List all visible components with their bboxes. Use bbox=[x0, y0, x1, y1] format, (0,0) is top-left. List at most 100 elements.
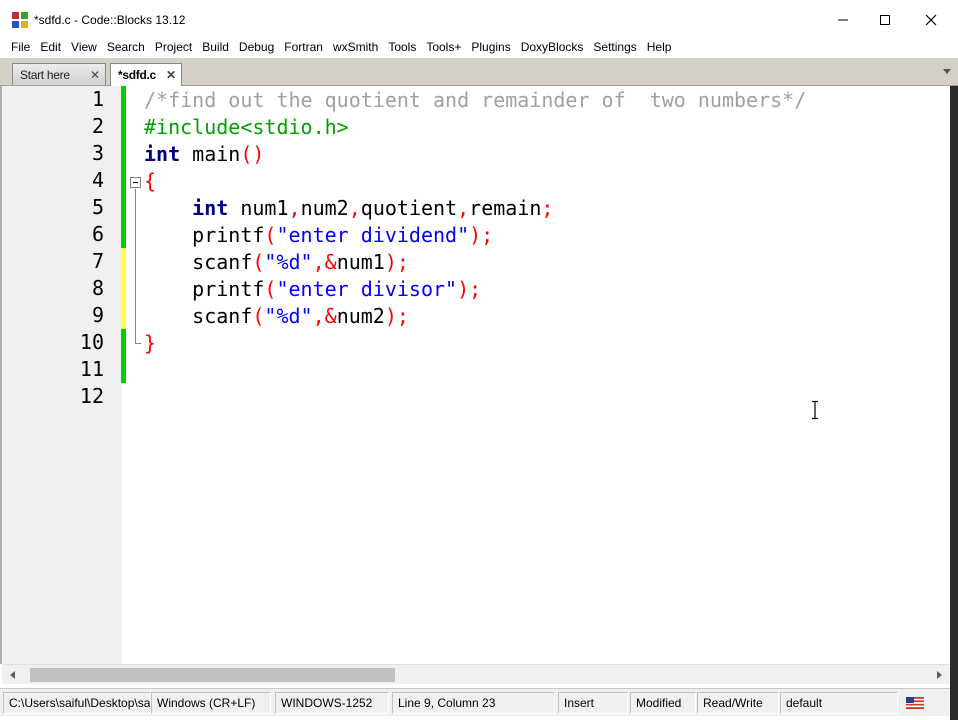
line-number: 2 bbox=[91, 114, 104, 138]
scroll-left-icon[interactable] bbox=[8, 669, 18, 681]
code-line[interactable]: } bbox=[144, 330, 156, 357]
line-number: 4 bbox=[91, 168, 104, 192]
status-cursor-position: Line 9, Column 23 bbox=[392, 692, 555, 714]
code-token: , bbox=[457, 196, 470, 220]
code-token: quotient bbox=[360, 196, 458, 220]
menu-help[interactable]: Help bbox=[642, 37, 677, 57]
status-insert-mode: Insert bbox=[558, 692, 628, 714]
code-token: /*find out the quotient and remainder of… bbox=[144, 88, 807, 112]
menu-tools[interactable]: Tools bbox=[383, 37, 421, 57]
code-token: () bbox=[240, 142, 265, 166]
tab-start-here[interactable]: Start here ✕ bbox=[12, 63, 106, 85]
code-token: , bbox=[288, 196, 301, 220]
menu-fortran[interactable]: Fortran bbox=[279, 37, 328, 57]
code-token: main bbox=[180, 142, 241, 166]
fold-margin bbox=[126, 86, 144, 664]
code-token: scanf bbox=[144, 250, 253, 274]
line-number-gutter: 1 2 3 4 5 6 7 8 9 10 11 12 bbox=[2, 86, 122, 664]
code-token: printf bbox=[144, 223, 265, 247]
menu-tools-plus[interactable]: Tools+ bbox=[421, 37, 466, 57]
scroll-right-icon[interactable] bbox=[934, 669, 944, 681]
code-line[interactable]: #include<stdio.h> bbox=[144, 114, 349, 141]
scrollbar-thumb[interactable] bbox=[30, 668, 395, 682]
code-token: printf bbox=[144, 277, 265, 301]
line-number: 6 bbox=[91, 222, 104, 246]
line-number: 7 bbox=[91, 249, 104, 273]
line-number: 9 bbox=[91, 303, 104, 327]
menu-plugins[interactable]: Plugins bbox=[466, 37, 515, 57]
code-token: } bbox=[144, 331, 157, 355]
status-line-ending: Windows (CR+LF) bbox=[151, 692, 271, 714]
code-line[interactable]: int num1,num2,quotient,remain; bbox=[144, 195, 553, 222]
minimize-icon bbox=[838, 19, 848, 21]
title-bar: *sdfd.c - Code::Blocks 13.12 bbox=[0, 0, 958, 36]
code-token: num2 bbox=[336, 304, 385, 328]
menu-wxsmith[interactable]: wxSmith bbox=[328, 37, 383, 57]
menu-search[interactable]: Search bbox=[102, 37, 150, 57]
close-tab-icon[interactable]: ✕ bbox=[90, 68, 100, 82]
code-token: ( bbox=[264, 277, 277, 301]
status-profile: default bbox=[780, 692, 898, 714]
code-token: ,& bbox=[312, 304, 337, 328]
tab-label: *sdfd.c bbox=[118, 68, 156, 82]
status-file-path: C:\Users\saiful\Desktop\sai bbox=[3, 692, 151, 714]
horizontal-scrollbar[interactable] bbox=[2, 664, 950, 684]
code-token: int bbox=[192, 196, 229, 220]
menu-file[interactable]: File bbox=[6, 37, 35, 57]
keyboard-language-flag-icon bbox=[906, 697, 924, 709]
status-bar: C:\Users\saiful\Desktop\sai Windows (CR+… bbox=[0, 688, 950, 716]
code-token: ; bbox=[541, 196, 554, 220]
status-access: Read/Write bbox=[697, 692, 779, 714]
code-line[interactable]: /*find out the quotient and remainder of… bbox=[144, 87, 806, 114]
menu-edit[interactable]: Edit bbox=[35, 37, 66, 57]
code-line[interactable]: { bbox=[144, 168, 156, 195]
code-line[interactable]: int main() bbox=[144, 141, 264, 168]
code-token: remain bbox=[469, 196, 542, 220]
menu-debug[interactable]: Debug bbox=[234, 37, 279, 57]
line-number: 1 bbox=[91, 87, 104, 111]
code-token: ( bbox=[252, 250, 265, 274]
code-token: num2 bbox=[300, 196, 349, 220]
status-modified: Modified bbox=[630, 692, 696, 714]
code-token: "enter dividend" bbox=[276, 223, 470, 247]
tab-sdfd-c[interactable]: *sdfd.c ✕ bbox=[110, 63, 182, 86]
code-token: #include<stdio.h> bbox=[144, 115, 349, 139]
menu-project[interactable]: Project bbox=[150, 37, 197, 57]
close-tab-icon[interactable]: ✕ bbox=[166, 68, 176, 82]
code-line[interactable]: printf("enter divisor"); bbox=[144, 276, 481, 303]
code-line[interactable]: printf("enter dividend"); bbox=[144, 222, 493, 249]
code-token: num1 bbox=[336, 250, 385, 274]
minimize-button[interactable] bbox=[820, 6, 866, 34]
menu-build[interactable]: Build bbox=[197, 37, 234, 57]
line-number: 11 bbox=[79, 357, 104, 381]
window-title: *sdfd.c - Code::Blocks 13.12 bbox=[34, 13, 186, 27]
menu-view[interactable]: View bbox=[66, 37, 102, 57]
code-token: "%d" bbox=[264, 250, 313, 274]
editor-tab-strip: Start here ✕ *sdfd.c ✕ bbox=[0, 58, 958, 86]
line-number: 5 bbox=[91, 195, 104, 219]
fold-collapse-icon[interactable] bbox=[130, 177, 141, 188]
close-icon bbox=[925, 14, 937, 26]
menu-doxyblocks[interactable]: DoxyBlocks bbox=[516, 37, 589, 57]
close-window-button[interactable] bbox=[908, 6, 954, 34]
code-token: ( bbox=[264, 223, 277, 247]
code-token: { bbox=[144, 169, 157, 193]
code-token: num1 bbox=[228, 196, 289, 220]
menu-settings[interactable]: Settings bbox=[588, 37, 641, 57]
text-cursor-icon bbox=[812, 400, 818, 420]
code-line[interactable]: scanf("%d",&num2); bbox=[144, 303, 409, 330]
code-token: "enter divisor" bbox=[276, 277, 458, 301]
fold-end-marker bbox=[135, 343, 141, 344]
code-editor[interactable]: 1 2 3 4 5 6 7 8 9 10 11 12 /*find out th… bbox=[0, 86, 950, 664]
maximize-button[interactable] bbox=[862, 6, 908, 34]
code-token: scanf bbox=[144, 304, 253, 328]
code-token: "%d" bbox=[264, 304, 313, 328]
tab-list-dropdown-icon[interactable] bbox=[940, 64, 954, 78]
status-encoding: WINDOWS-1252 bbox=[275, 692, 389, 714]
tab-label: Start here bbox=[20, 67, 70, 82]
code-token: ( bbox=[252, 304, 265, 328]
code-line[interactable]: scanf("%d",&num1); bbox=[144, 249, 409, 276]
window-edge bbox=[950, 86, 958, 720]
maximize-icon bbox=[880, 15, 890, 25]
code-token: ); bbox=[384, 250, 409, 274]
